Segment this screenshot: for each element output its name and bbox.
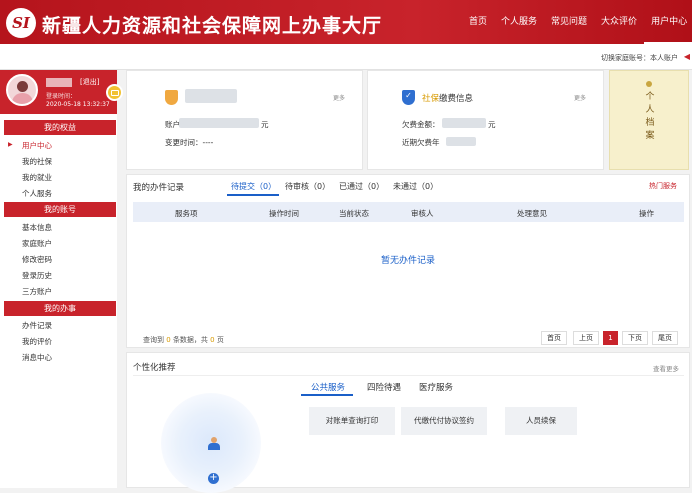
active-bullet-icon: ▶: [8, 141, 13, 148]
case-records-title: 我的办件记录: [133, 183, 185, 193]
tab-medical-service[interactable]: 医疗服务: [419, 381, 453, 393]
tab-public-service[interactable]: 公共服务: [311, 381, 345, 393]
site-title: 新疆人力资源和社会保障网上办事大厅: [42, 15, 383, 37]
social-payment-card: ✓ 社保缴费信息 更多 欠费金额： 元 近期欠费年: [367, 70, 604, 170]
section-my-rights: 我的权益: [4, 120, 116, 135]
nav-personal-service[interactable]: 个人服务: [494, 0, 544, 44]
col-reviewer: 审核人: [411, 209, 434, 218]
sidebar-item-login-history[interactable]: 登录历史: [22, 270, 52, 281]
social-more-link[interactable]: 更多: [574, 93, 586, 102]
sidebar-item-basic-info[interactable]: 基本信息: [22, 222, 52, 233]
nav-faq[interactable]: 常见问题: [544, 0, 594, 44]
statement-print-button[interactable]: 对账单查询打印: [309, 407, 395, 435]
section-my-account: 我的账号: [4, 202, 116, 217]
social-title: 缴费信息: [439, 94, 474, 104]
avatar[interactable]: [6, 74, 38, 106]
recommendation-panel: 个性化推荐 查看更多 公共服务 四险待遇 医疗服务 + 对账单查询打印 代缴代付…: [126, 352, 690, 493]
sidebar-item-change-password[interactable]: 修改密码: [22, 254, 52, 265]
section-my-affairs: 我的办事: [4, 301, 116, 316]
col-operation: 操作: [639, 209, 654, 218]
login-time-label: 登录时间：: [46, 93, 77, 100]
sidebar-item-my-social-security[interactable]: 我的社保: [22, 156, 52, 167]
site-logo[interactable]: SI: [6, 8, 36, 38]
next-page-button[interactable]: 下页: [622, 331, 648, 345]
records-count-number: 0: [166, 336, 171, 344]
col-current-status: 当前状态: [339, 209, 369, 218]
recommendation-title: 个性化推荐: [133, 363, 176, 373]
arrears-amount-unit: 元: [488, 120, 496, 129]
last-page-button[interactable]: 尾页: [652, 331, 678, 345]
archive-dot-icon: [646, 81, 652, 87]
sidebar-item-case-records[interactable]: 办件记录: [22, 320, 52, 331]
tab-pending-submit[interactable]: 待提交（0）: [231, 181, 276, 192]
sidebar-item-family-account[interactable]: 家庭账户: [22, 238, 52, 249]
nav-home[interactable]: 首页: [462, 0, 494, 44]
recommend-tab-underline: [301, 394, 353, 396]
tab-rejected[interactable]: 未通过（0）: [393, 181, 438, 192]
sidebar-item-message-center[interactable]: 消息中心: [22, 352, 52, 363]
col-service-item: 服务项: [175, 209, 198, 218]
tab-approved[interactable]: 已通过（0）: [339, 181, 384, 192]
account-balance-unit: 元: [261, 120, 269, 129]
plus-icon[interactable]: +: [208, 473, 219, 484]
account-card: 更多 账户 元 变更时间：----: [126, 70, 363, 170]
main-nav: 首页 个人服务 常见问题 大众评价 用户中心: [462, 0, 692, 44]
agency-agreement-button[interactable]: 代缴代付协议签约: [401, 407, 487, 435]
top-header: SI 新疆人力资源和社会保障网上办事大厅 首页 个人服务 常见问题 大众评价 用…: [0, 0, 692, 44]
person-icon: [207, 437, 221, 451]
page-1-button[interactable]: 1: [603, 331, 618, 345]
case-records-panel: 我的办件记录 待提交（0） 待审核（0） 已通过（0） 未通过（0） 热门服务 …: [126, 174, 690, 348]
arrears-amount-label: 欠费金额：: [402, 120, 440, 129]
nav-public-review[interactable]: 大众评价: [594, 0, 644, 44]
active-tab-underline: [227, 194, 279, 196]
page-count-number: 0: [210, 336, 215, 344]
arrears-value-blurred: [442, 118, 486, 128]
records-table-header: 服务项 操作时间 当前状态 审核人 处理意见 操作: [133, 202, 684, 222]
nav-user-center[interactable]: 用户中心: [644, 0, 692, 44]
tab-pending-review[interactable]: 待审核（0）: [285, 181, 330, 192]
caret-left-icon[interactable]: ◀: [684, 52, 690, 61]
shield-check-icon: ✓: [402, 90, 415, 105]
sidebar: [退出] 登录时间： 2020-05-18 13:32:37 我的权益 ▶ 用户…: [0, 70, 123, 488]
shield-icon: [165, 90, 178, 105]
sidebar-item-my-reviews[interactable]: 我的评价: [22, 336, 52, 347]
account-balance-label: 账户: [165, 120, 180, 129]
recent-arrears-blurred: [446, 137, 476, 146]
personal-archive-tab[interactable]: 个人档案: [609, 70, 689, 170]
profile-card: [退出] 登录时间： 2020-05-18 13:32:37: [0, 70, 117, 114]
tab-four-insurance[interactable]: 四险待遇: [367, 381, 401, 393]
account-more-link[interactable]: 更多: [333, 93, 345, 102]
social-title-highlight: 社保: [422, 94, 440, 104]
col-operation-time: 操作时间: [269, 209, 299, 218]
recent-arrears-year-label: 近期欠费年: [402, 138, 440, 147]
empty-records-message: 暂无办件记录: [381, 256, 436, 266]
account-change-time: 变更时间：----: [165, 138, 214, 147]
col-opinion: 处理意见: [517, 209, 547, 218]
account-title-blurred: [185, 89, 237, 103]
login-time: 2020-05-18 13:32:37: [46, 101, 110, 108]
personal-archive-label: 个人档案: [645, 92, 655, 141]
renew-insurance-button[interactable]: 人员续保: [505, 407, 577, 435]
user-name-blurred: [46, 78, 72, 87]
account-switch-bar: 切换家庭账号：本人账户 ◀: [0, 44, 692, 70]
logout-link[interactable]: [退出]: [80, 77, 99, 87]
family-account-switch[interactable]: 切换家庭账号：本人账户: [601, 53, 678, 63]
records-count: 查询到 0 条数据，共 0 页: [143, 336, 224, 344]
sidebar-item-third-party-account[interactable]: 三方账户: [22, 286, 52, 297]
prev-page-button[interactable]: 上页: [573, 331, 599, 345]
card-icon[interactable]: [106, 84, 123, 101]
account-value-blurred: [179, 118, 259, 128]
sidebar-item-personal-service[interactable]: 个人服务: [22, 188, 52, 199]
sidebar-item-my-employment[interactable]: 我的就业: [22, 172, 52, 183]
hot-services-link[interactable]: 热门服务: [649, 181, 677, 191]
recommendation-more-link[interactable]: 查看更多: [653, 363, 679, 373]
first-page-button[interactable]: 首页: [541, 331, 567, 345]
sidebar-item-user-center[interactable]: 用户中心: [22, 140, 52, 151]
